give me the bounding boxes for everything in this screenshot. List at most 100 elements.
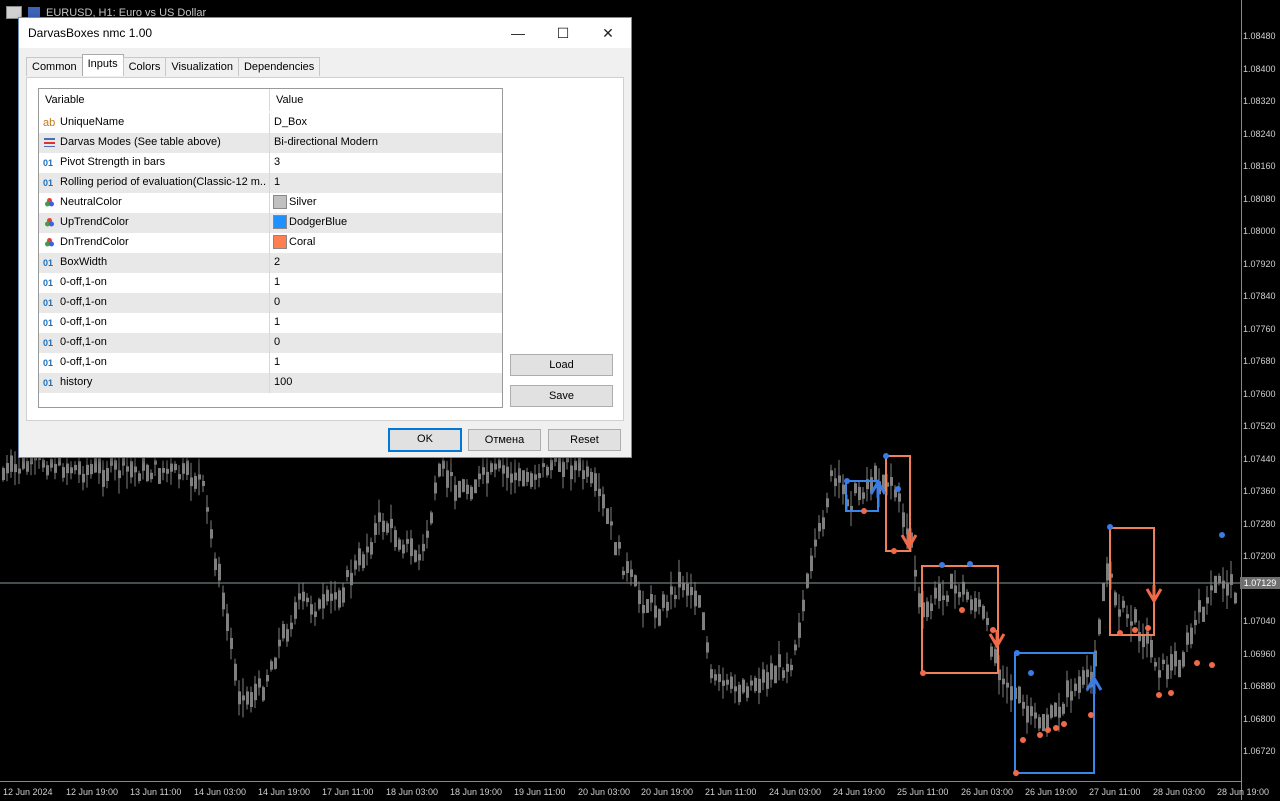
param-value[interactable]: 100 <box>274 376 292 388</box>
tab-colors[interactable]: Colors <box>122 57 167 76</box>
candle-body <box>302 591 305 602</box>
buy-arrow-icon <box>1085 675 1103 694</box>
param-value[interactable]: 1 <box>274 356 280 368</box>
close-button[interactable]: ✕ <box>585 18 631 48</box>
load-button[interactable]: Load <box>510 354 613 376</box>
param-row[interactable]: ab UniqueName D_Box <box>39 113 502 133</box>
dialog-titlebar[interactable]: DarvasBoxes nmc 1.00 — ☐ ✕ <box>19 18 631 48</box>
reset-button[interactable]: Reset <box>548 429 621 451</box>
candle-body <box>766 672 769 689</box>
candle-body <box>970 599 973 611</box>
integer-type-icon: 01 <box>43 338 54 348</box>
candle-body <box>78 461 81 475</box>
param-value[interactable]: Coral <box>289 236 315 248</box>
candle-body <box>650 594 653 603</box>
price-scale[interactable] <box>1241 0 1280 800</box>
param-value[interactable]: 1 <box>274 316 280 328</box>
param-row[interactable]: 01 history 100 <box>39 373 502 393</box>
candle-body <box>518 468 521 481</box>
pivot-high-dot <box>939 562 945 568</box>
candle-body <box>698 595 701 608</box>
param-value[interactable]: Silver <box>289 196 317 208</box>
param-name: history <box>60 376 93 388</box>
tab-dependencies[interactable]: Dependencies <box>237 57 321 76</box>
candle-body <box>654 605 657 618</box>
tab-inputs[interactable]: Inputs <box>81 54 124 76</box>
integer-type-icon: 01 <box>43 318 54 328</box>
pivot-low-dot <box>1209 662 1215 668</box>
column-header-variable: Variable <box>45 94 85 106</box>
param-row[interactable]: 01 Pivot Strength in bars 3 <box>39 153 502 173</box>
param-row[interactable]: NeutralColor Silver <box>39 193 502 213</box>
ok-button[interactable]: OK <box>388 428 462 452</box>
candle-body <box>114 460 117 470</box>
param-name: UpTrendColor <box>60 216 129 228</box>
color-swatch[interactable] <box>273 195 287 209</box>
time-tick-label: 14 Jun 19:00 <box>258 787 311 797</box>
candle-body <box>990 646 993 657</box>
save-button[interactable]: Save <box>510 385 613 407</box>
price-tick-label: 1.07760 <box>1243 324 1276 334</box>
param-name: DnTrendColor <box>60 236 129 248</box>
candle-body <box>986 617 989 625</box>
param-row[interactable]: Darvas Modes (See table above) Bi-directi… <box>39 133 502 153</box>
candle-body <box>862 492 865 499</box>
candle-body <box>966 591 969 600</box>
candle-body <box>46 465 49 476</box>
candle-body <box>1126 614 1129 619</box>
tab-common[interactable]: Common <box>26 57 83 76</box>
price-tick-label: 1.07680 <box>1243 356 1276 366</box>
candle-body <box>322 594 325 609</box>
param-name: 0-off,1-on <box>60 296 107 308</box>
param-row[interactable]: 01 0-off,1-on 0 <box>39 293 502 313</box>
candle-body <box>818 522 821 532</box>
candle-body <box>1218 575 1221 583</box>
time-tick-label: 26 Jun 03:00 <box>961 787 1014 797</box>
time-tick-label: 26 Jun 19:00 <box>1025 787 1078 797</box>
candle-body <box>434 482 437 494</box>
param-row[interactable]: 01 Rolling period of evaluation(Classic-1… <box>39 173 502 193</box>
price-tick-label: 1.06880 <box>1243 681 1276 691</box>
darvas-box <box>885 455 911 552</box>
param-value[interactable]: 2 <box>274 256 280 268</box>
param-row[interactable]: 01 BoxWidth 2 <box>39 253 502 273</box>
time-tick-label: 25 Jun 11:00 <box>897 787 949 797</box>
param-value[interactable]: DodgerBlue <box>289 216 347 228</box>
param-row[interactable]: DnTrendColor Coral <box>39 233 502 253</box>
param-row[interactable]: 01 0-off,1-on 1 <box>39 313 502 333</box>
candle-body <box>690 587 693 596</box>
pivot-low-dot <box>1037 732 1043 738</box>
price-tick-label: 1.08480 <box>1243 31 1276 41</box>
candle-body <box>246 691 249 705</box>
candle-body <box>466 484 469 494</box>
candle-body <box>626 561 629 574</box>
param-value[interactable]: 1 <box>274 176 280 188</box>
param-row[interactable]: 01 0-off,1-on 1 <box>39 353 502 373</box>
candle-body <box>198 474 201 480</box>
candle-body <box>230 637 233 649</box>
candle-body <box>86 464 89 475</box>
param-value[interactable]: 1 <box>274 276 280 288</box>
param-value[interactable]: 0 <box>274 296 280 308</box>
candle-body <box>1022 701 1025 709</box>
param-value[interactable]: D_Box <box>274 116 307 128</box>
candle-body <box>166 468 169 474</box>
minimize-button[interactable]: — <box>495 18 541 48</box>
color-swatch[interactable] <box>273 215 287 229</box>
price-tick-label: 1.08000 <box>1243 226 1276 236</box>
param-row[interactable]: 01 0-off,1-on 0 <box>39 333 502 353</box>
candle-body <box>226 613 229 632</box>
candle-body <box>478 473 481 480</box>
candle-body <box>1038 717 1041 729</box>
param-row[interactable]: 01 0-off,1-on 1 <box>39 273 502 293</box>
tab-visualization[interactable]: Visualization <box>165 57 239 76</box>
param-value[interactable]: 3 <box>274 156 280 168</box>
candle-body <box>898 493 901 502</box>
param-value[interactable]: Bi-directional Modern <box>274 136 378 148</box>
candle-body <box>590 471 593 484</box>
candle-body <box>1106 563 1109 581</box>
cancel-button[interactable]: Отмена <box>468 429 541 451</box>
param-row[interactable]: UpTrendColor DodgerBlue <box>39 213 502 233</box>
param-value[interactable]: 0 <box>274 336 280 348</box>
color-swatch[interactable] <box>273 235 287 249</box>
